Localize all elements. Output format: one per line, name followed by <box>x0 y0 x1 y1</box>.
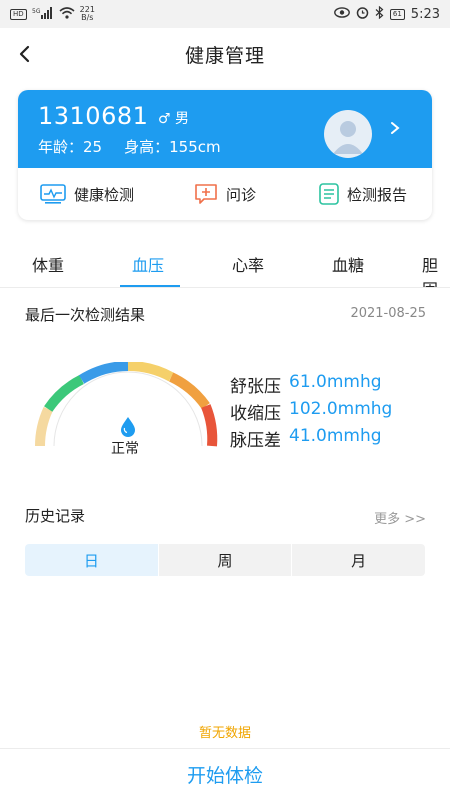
pulse-pressure-row: 脉压差 41.0mmhg <box>230 426 382 451</box>
back-arrow-icon <box>19 45 30 63</box>
droplet-icon <box>121 417 135 437</box>
monitor-icon <box>40 184 66 204</box>
age-field: 年龄：25 <box>38 138 103 156</box>
profile-meta: 年龄：25 身高：155cm <box>38 136 221 157</box>
male-icon: ♂ <box>158 111 171 127</box>
tab-weight[interactable]: 体重 <box>32 252 64 276</box>
svg-text:5G: 5G <box>32 8 41 15</box>
clock: 5:23 <box>410 6 440 22</box>
consultation-label: 问诊 <box>225 185 256 204</box>
eye-icon <box>333 7 350 21</box>
report-label: 检测报告 <box>346 185 407 204</box>
pulse-pressure-value: 41.0mmhg <box>289 426 382 446</box>
tab-indicator <box>120 285 180 287</box>
tab-blood-sugar[interactable]: 血糖 <box>332 252 364 276</box>
health-check-label: 健康检测 <box>73 185 134 204</box>
history-title: 历史记录 <box>25 507 86 525</box>
status-label: 正常 <box>111 441 139 457</box>
period-selector: 日 周 月 <box>25 544 425 576</box>
quick-actions: 健康检测 问诊 检测报告 <box>18 168 432 220</box>
alarm-icon <box>356 6 369 22</box>
hd-icon: HD <box>10 8 27 20</box>
user-id: 1310681 <box>38 102 149 130</box>
gender-label: 男 <box>175 111 190 127</box>
battery-icon: 61 <box>389 8 405 20</box>
report-button[interactable]: 检测报告 <box>294 183 432 205</box>
consultation-button[interactable]: 问诊 <box>156 183 294 205</box>
user-icon <box>333 121 363 154</box>
segment-month[interactable]: 月 <box>291 544 425 576</box>
health-check-button[interactable]: 健康检测 <box>18 184 156 205</box>
bluetooth-icon <box>375 5 384 22</box>
chevron-right-icon[interactable] <box>388 118 402 138</box>
diastolic-value: 61.0mmhg <box>289 372 382 392</box>
diastolic-row: 舒张压 61.0mmhg <box>230 372 382 397</box>
tab-blood-pressure[interactable]: 血压 <box>132 252 164 276</box>
result-title: 最后一次检测结果 <box>25 306 146 324</box>
metric-tabs: 体重 血压 心率 血糖 胆固 <box>0 238 450 288</box>
network-speed: 221 B/s <box>79 5 95 22</box>
height-field: 身高：155cm <box>124 138 221 156</box>
report-icon <box>319 183 339 205</box>
empty-state: 暂无数据 <box>198 726 251 741</box>
gender: ♂ 男 <box>158 108 189 128</box>
tab-cholesterol[interactable]: 胆固 <box>422 252 450 287</box>
app-header: 健康管理 <box>0 28 450 80</box>
more-link[interactable]: 更多 >> <box>374 508 426 527</box>
status-bar: HD 5G 221 B/s 61 5:23 <box>0 0 450 28</box>
back-button[interactable] <box>10 40 38 68</box>
diastolic-label: 舒张压 <box>230 377 281 397</box>
wifi-icon <box>59 6 75 22</box>
systolic-label: 收缩压 <box>230 404 281 424</box>
chat-plus-icon <box>195 184 217 204</box>
profile-summary[interactable]: 1310681 ♂ 男 年龄：25 身高：155cm <box>18 90 432 168</box>
result-date: 2021-08-25 <box>350 306 426 321</box>
signal-icon: 5G <box>32 6 54 22</box>
segment-day[interactable]: 日 <box>25 544 158 576</box>
profile-card: 1310681 ♂ 男 年龄：25 身高：155cm 健康检测 问诊 检测报告 <box>18 90 432 220</box>
start-checkup-button[interactable]: 开始体检 <box>0 748 450 800</box>
tab-heart-rate[interactable]: 心率 <box>232 252 264 276</box>
systolic-value: 102.0mmhg <box>289 399 393 419</box>
pulse-pressure-label: 脉压差 <box>230 431 281 451</box>
avatar[interactable] <box>324 110 372 158</box>
systolic-row: 收缩压 102.0mmhg <box>230 399 392 424</box>
segment-week[interactable]: 周 <box>157 544 292 576</box>
page-title: 健康管理 <box>184 44 265 67</box>
